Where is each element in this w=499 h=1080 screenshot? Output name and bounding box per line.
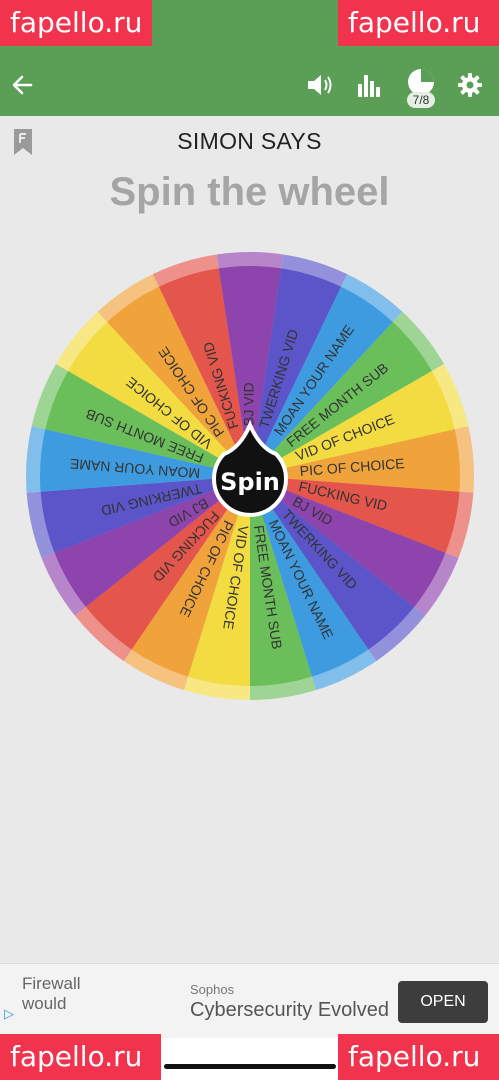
ad-side-text-line1: Firewall [22, 974, 81, 993]
bar-chart-icon [358, 75, 380, 97]
ad-open-button[interactable]: OPEN [398, 981, 488, 1023]
progress-counter: 7/8 [407, 92, 435, 108]
watermark-bottom-left: fapello.ru [0, 1034, 161, 1080]
watermark-top-right: fapello.ru [338, 0, 499, 46]
spin-button-label: Spin [220, 468, 280, 496]
spin-headline: Spin the wheel [109, 170, 390, 214]
back-arrow-icon [12, 75, 33, 95]
ad-brand: Sophos [190, 982, 235, 997]
game-title: SIMON SAYS [177, 128, 322, 154]
home-indicator[interactable] [164, 1064, 336, 1069]
ad-choices-icon[interactable]: ▷ [4, 1006, 14, 1022]
back-button[interactable] [4, 54, 40, 116]
spin-wheel[interactable]: BJ VID TWERKING VIDMOAN YOUR NAMEFREE MON… [24, 250, 476, 702]
ad-side-text: Firewall would [22, 974, 81, 1014]
watermark-top-left: fapello.ru [0, 0, 153, 46]
ad-side-text-line2: would [22, 994, 67, 1013]
ad-headline: Cybersecurity Evolved [190, 999, 389, 1021]
settings-button[interactable] [454, 54, 486, 116]
wheel-segment-label: BJ VID [241, 382, 257, 426]
stats-button[interactable] [354, 54, 384, 116]
sound-button[interactable] [304, 54, 336, 116]
volume-icon [308, 75, 332, 95]
watermark-bottom-right: fapello.ru [338, 1034, 499, 1080]
gear-icon [458, 73, 482, 97]
ad-banner[interactable]: Firewall would ▷ Sophos Cybersecurity Ev… [0, 963, 499, 1039]
